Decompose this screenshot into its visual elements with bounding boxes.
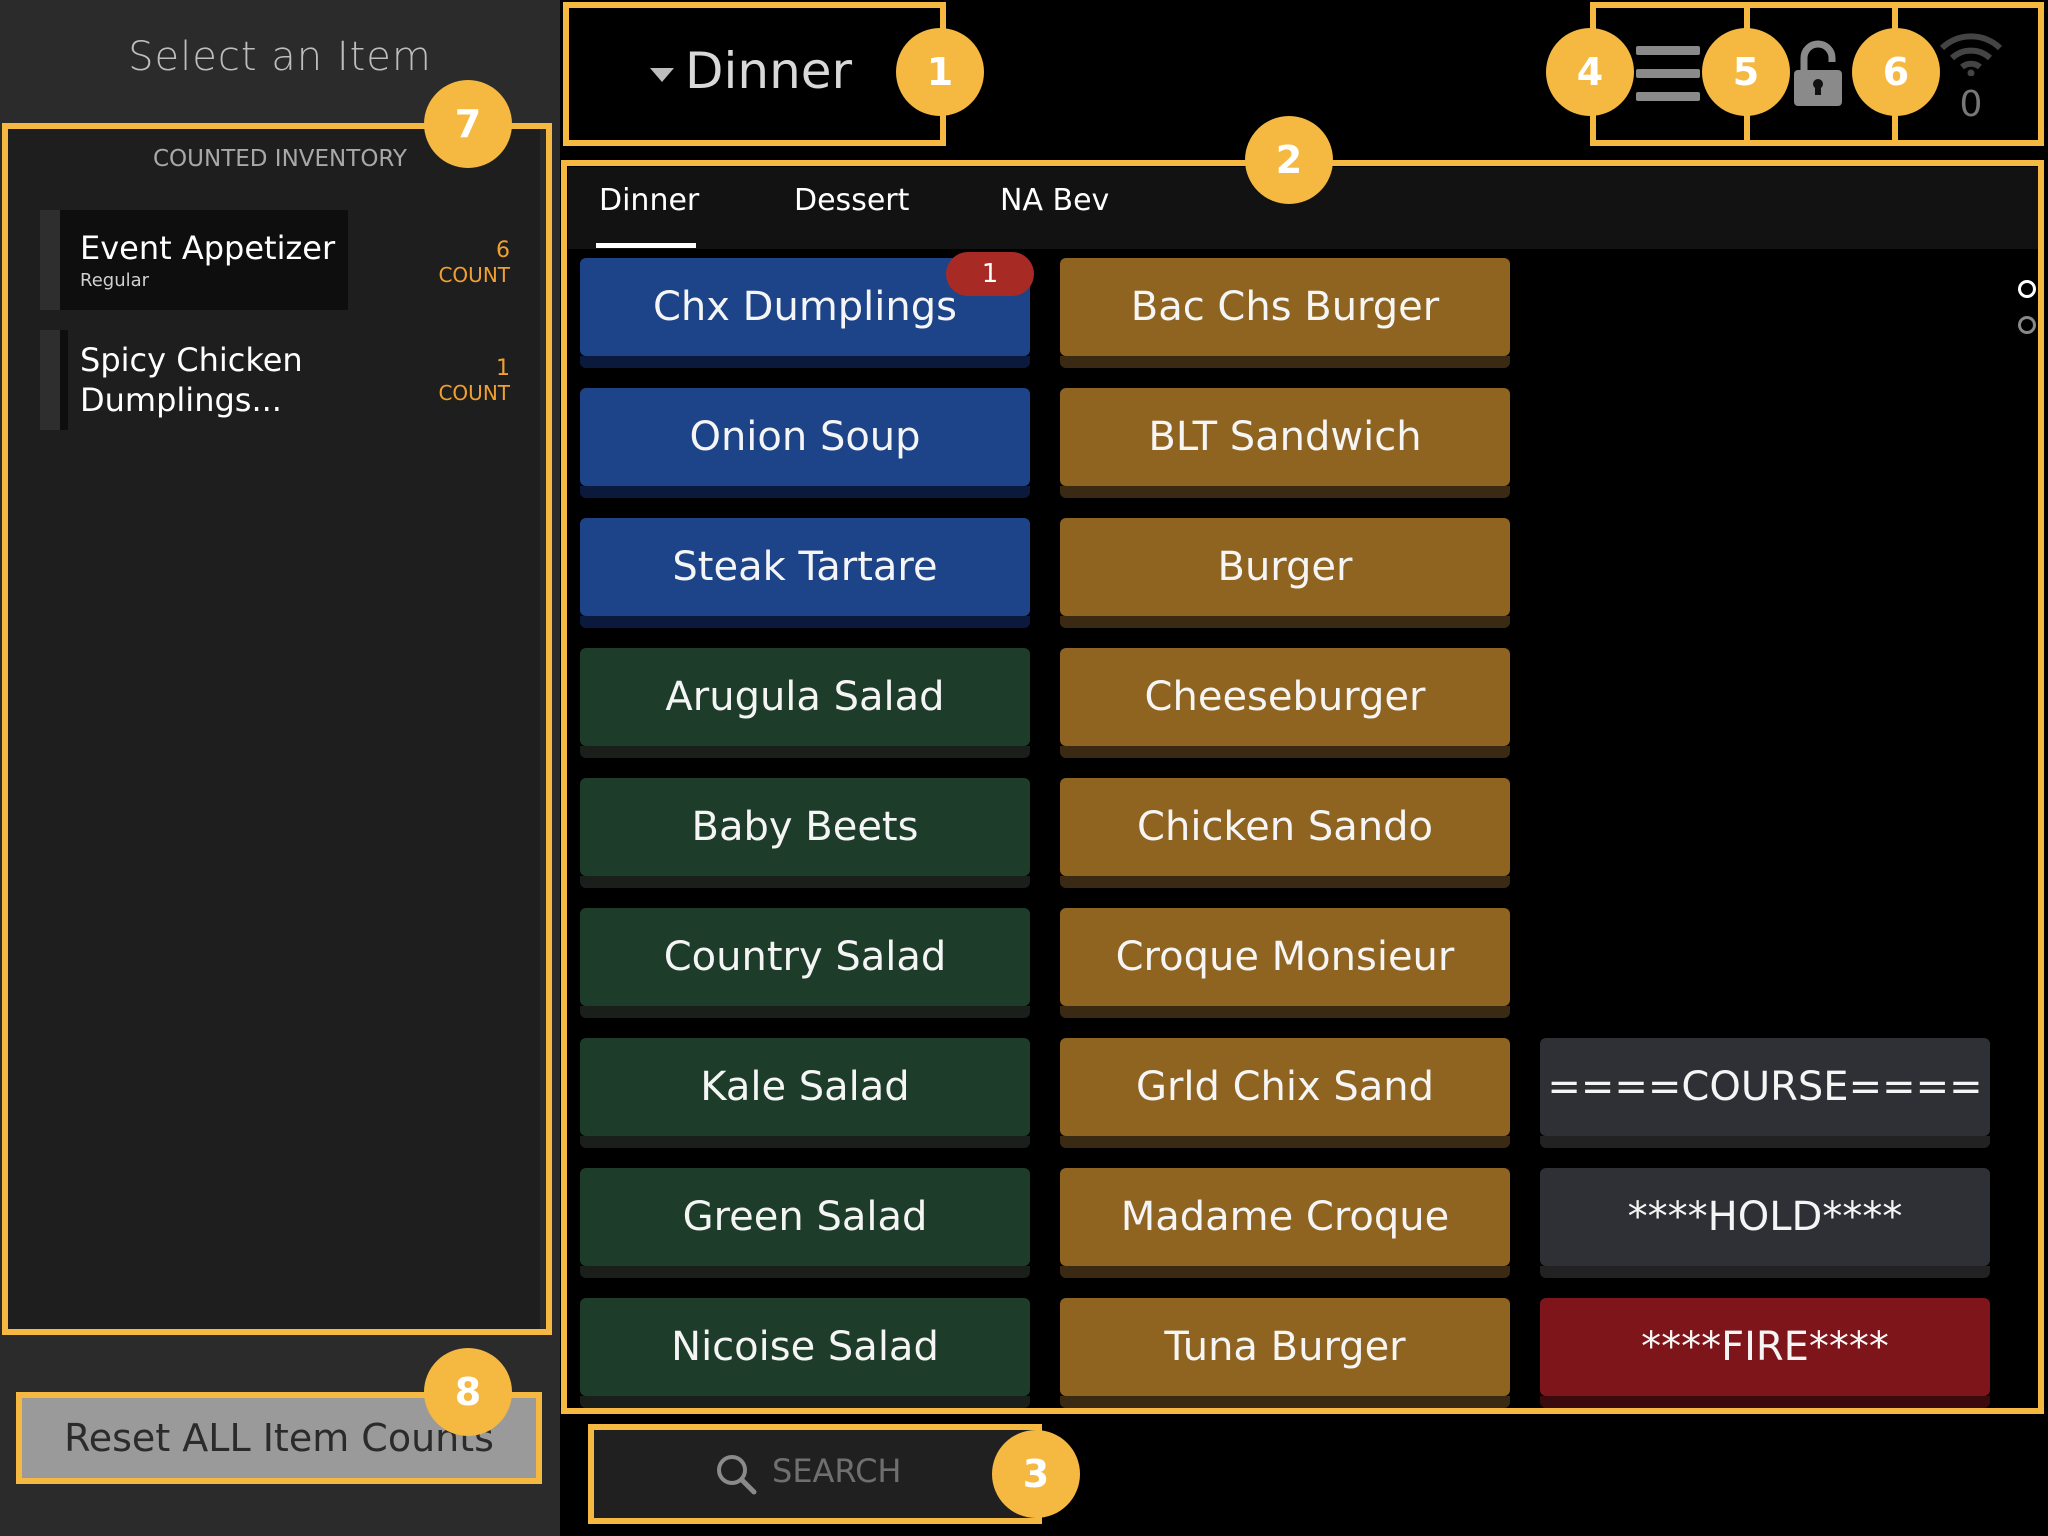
callout-box-search xyxy=(588,1424,1042,1524)
callout-badge-3: 3 xyxy=(992,1430,1080,1518)
callout-badge-7: 7 xyxy=(424,80,512,168)
callout-badge-4: 4 xyxy=(1546,28,1634,116)
callout-box-menu xyxy=(563,2,946,146)
callout-box-toolbar xyxy=(1590,2,2044,146)
callout-badge-2: 2 xyxy=(1245,116,1333,204)
callout-box-grid xyxy=(561,160,2044,1414)
callout-badge-5: 5 xyxy=(1702,28,1790,116)
callout-badge-8: 8 xyxy=(424,1348,512,1436)
callout-box-inventory xyxy=(2,123,552,1335)
callout-badge-6: 6 xyxy=(1852,28,1940,116)
callout-badge-1: 1 xyxy=(896,28,984,116)
panel-title: Select an Item xyxy=(128,34,432,80)
